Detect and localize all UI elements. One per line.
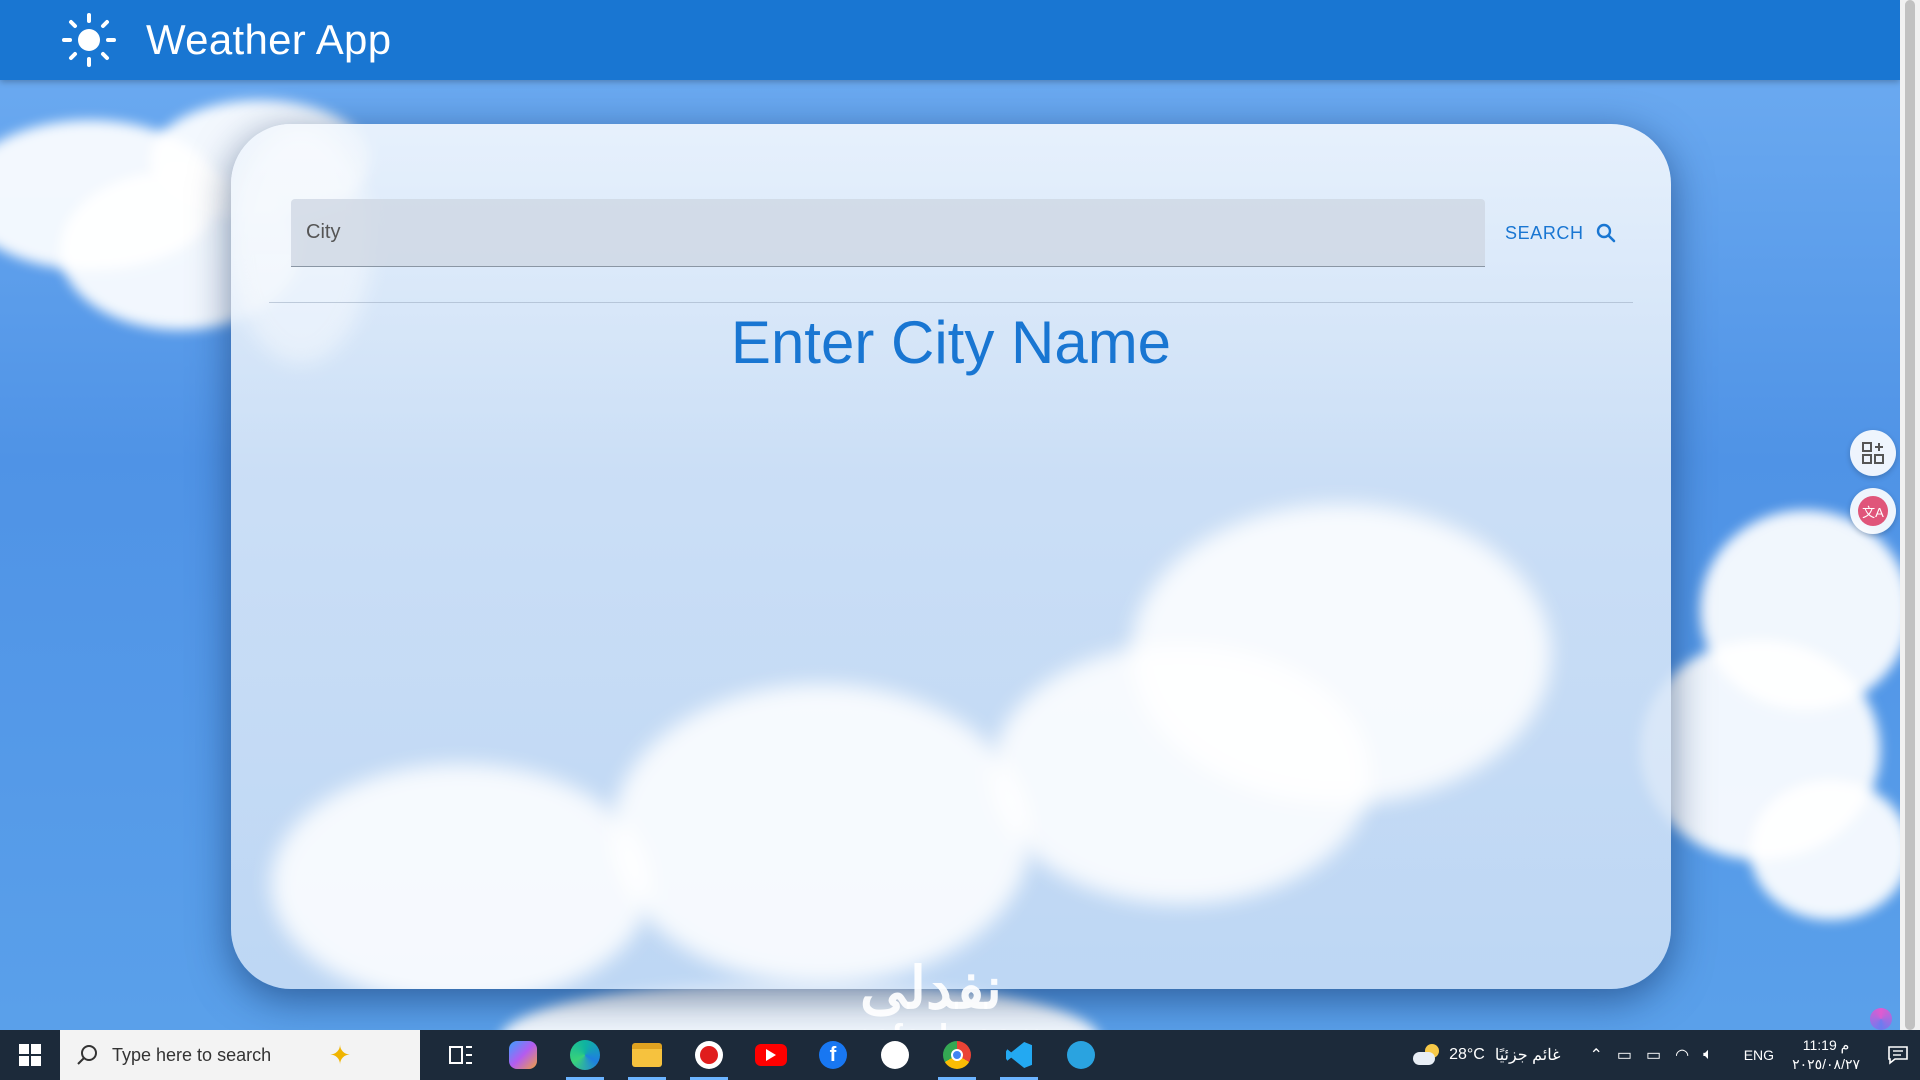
page-scrollbar[interactable] xyxy=(1900,0,1920,1030)
apps-add-button[interactable] xyxy=(1850,430,1896,476)
task-view-icon xyxy=(449,1046,472,1064)
edge-app[interactable] xyxy=(554,1030,616,1080)
chrome-app[interactable] xyxy=(926,1030,988,1080)
app-bar: Weather App xyxy=(0,0,1900,80)
show-hidden-icons-chevron-icon[interactable]: ⌃ xyxy=(1589,1045,1602,1065)
volume-icon[interactable]: 🔈︎ xyxy=(1703,1046,1713,1064)
telegram-app[interactable] xyxy=(1050,1030,1112,1080)
screen-recorder-icon xyxy=(695,1041,723,1069)
clock-date: ٢٠٢٥/٠٨/٢٧ xyxy=(1792,1056,1860,1072)
system-tray: 28°C غائم جزئيًا ⌃ ▭ ▭ ◠ 🔈︎ ENG 11:19 م … xyxy=(1413,1030,1920,1080)
telegram-icon xyxy=(1067,1041,1095,1069)
edge-icon xyxy=(570,1040,600,1070)
taskbar-clock[interactable]: 11:19 م ٢٠٢٥/٠٨/٢٧ xyxy=(1792,1036,1860,1074)
weather-condition: غائم جزئيًا xyxy=(1494,1047,1561,1064)
windows-icon xyxy=(19,1044,41,1066)
screen-recorder-app[interactable] xyxy=(678,1030,740,1080)
weather-temp: 28°C xyxy=(1449,1046,1485,1063)
chrome-icon xyxy=(943,1041,971,1069)
copilot-icon xyxy=(509,1041,537,1069)
vscode-app[interactable] xyxy=(988,1030,1050,1080)
scrollbar-thumb[interactable] xyxy=(1905,0,1915,1030)
search-icon xyxy=(1596,223,1615,243)
copilot-app[interactable] xyxy=(492,1030,554,1080)
enter-city-prompt: Enter City Name xyxy=(730,309,1172,376)
youtube-app[interactable] xyxy=(740,1030,802,1080)
youtube-icon xyxy=(755,1044,787,1066)
translate-icon: 文A xyxy=(1858,496,1888,526)
search-row: SEARCH xyxy=(291,199,1621,267)
task-view-button[interactable] xyxy=(430,1030,492,1080)
github-app[interactable] xyxy=(864,1030,926,1080)
notification-icon xyxy=(1888,1046,1908,1065)
search-button-label: SEARCH xyxy=(1505,222,1584,243)
meet-now-icon[interactable]: ▭ xyxy=(1617,1045,1632,1065)
start-button[interactable] xyxy=(0,1030,60,1080)
language-indicator[interactable]: ENG xyxy=(1744,1047,1774,1063)
sun-icon xyxy=(62,13,116,67)
weather-card: SEARCH Enter City Name xyxy=(231,124,1671,989)
github-icon xyxy=(881,1041,909,1069)
translate-button[interactable]: 文A xyxy=(1850,488,1896,534)
file-explorer-app[interactable] xyxy=(616,1030,678,1080)
divider xyxy=(269,302,1633,303)
battery-icon[interactable]: ▭ xyxy=(1646,1045,1661,1065)
app-title: Weather App xyxy=(146,16,392,63)
taskbar-search-icon xyxy=(77,1045,97,1065)
file-explorer-icon xyxy=(632,1043,662,1067)
notification-center-button[interactable] xyxy=(1876,1045,1920,1065)
windows-taskbar: Type here to search ✦ f 28°C غائم جزئيًا… xyxy=(0,1030,1920,1080)
sparkle-icon: ✦ xyxy=(329,1039,351,1070)
clock-time: 11:19 م xyxy=(1802,1037,1850,1053)
watermark-arabic: نفدلى xyxy=(860,956,1002,1021)
search-button[interactable]: SEARCH xyxy=(1505,223,1616,244)
city-input[interactable] xyxy=(291,199,1485,267)
facebook-icon: f xyxy=(819,1041,847,1069)
grid-plus-icon xyxy=(1862,442,1884,464)
taskbar-search-box[interactable]: Type here to search ✦ xyxy=(60,1030,420,1080)
taskbar-weather[interactable]: 28°C غائم جزئيًا xyxy=(1413,1044,1560,1066)
vscode-icon xyxy=(1006,1042,1032,1068)
facebook-app[interactable]: f xyxy=(802,1030,864,1080)
partly-cloudy-icon xyxy=(1413,1044,1441,1066)
wifi-icon[interactable]: ◠ xyxy=(1675,1045,1689,1065)
copilot-floating-icon[interactable] xyxy=(1870,1008,1892,1030)
taskbar-search-placeholder: Type here to search xyxy=(112,1044,272,1065)
